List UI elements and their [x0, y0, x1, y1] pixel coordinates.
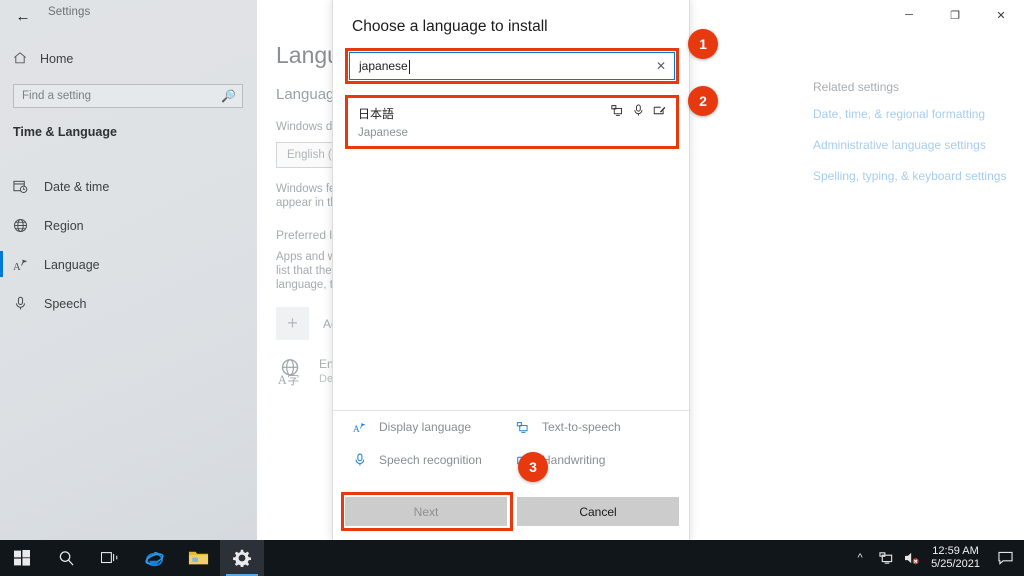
related-settings-header: Related settings	[813, 80, 900, 94]
annotation-badge-2: 2	[688, 86, 718, 116]
speech-recognition-icon	[633, 104, 644, 122]
related-link-date-time[interactable]: Date, time, & regional formatting	[813, 107, 1023, 121]
feature-handwriting-label: Handwriting	[542, 453, 606, 467]
sidebar-item-speech-label: Speech	[44, 296, 87, 311]
dialog-title: Choose a language to install	[352, 18, 548, 35]
start-button[interactable]	[0, 540, 44, 576]
svg-text:字: 字	[287, 372, 299, 387]
sidebar-item-region-label: Region	[44, 218, 84, 233]
feature-display-language-label: Display language	[379, 420, 472, 434]
chevron-up-icon[interactable]: ^	[847, 552, 873, 564]
dialog-separator	[333, 410, 691, 411]
language-english-name: Japanese	[358, 127, 408, 139]
close-icon[interactable]: ✕	[656, 59, 666, 73]
sidebar-item-date-time[interactable]: Date & time	[0, 167, 257, 206]
plus-icon: +	[276, 307, 309, 340]
dialog-buttons: Next Cancel	[345, 497, 679, 526]
task-view-button[interactable]	[88, 540, 132, 576]
screen: ← Settings Home Find a setting 🔍 Time & …	[0, 0, 1024, 576]
choose-language-dialog: Choose a language to install japanese ✕ …	[332, 0, 691, 540]
network-icon[interactable]	[873, 551, 899, 565]
related-link-administrative[interactable]: Administrative language settings	[813, 138, 1023, 152]
feature-text-to-speech-label: Text-to-speech	[542, 420, 621, 434]
dialog-results-wrapper: 日本語 Japanese	[345, 95, 679, 149]
sidebar-item-language[interactable]: A Language	[0, 245, 257, 284]
home-icon	[13, 51, 33, 68]
text-to-speech-icon	[513, 421, 533, 434]
microphone-icon	[13, 296, 35, 311]
settings-button[interactable]	[220, 540, 264, 576]
taskbar: ^ 12:59 AM 5/25/2021	[0, 540, 1024, 576]
sidebar-item-region[interactable]: Region	[0, 206, 257, 245]
volume-muted-icon[interactable]	[899, 551, 925, 565]
annotation-badge-3: 3	[518, 452, 548, 482]
settings-window: ← Settings Home Find a setting 🔍 Time & …	[0, 0, 1024, 540]
window-controls: ─ ❐ ✕	[886, 0, 1024, 30]
clock[interactable]: 12:59 AM 5/25/2021	[925, 545, 990, 571]
language-icon: A	[13, 257, 35, 272]
microphone-icon	[350, 453, 370, 467]
feature-row-2: Speech recognition Handwriting	[350, 453, 680, 467]
sidebar-nav-list: Date & time Region A Language Speech	[0, 167, 257, 323]
sidebar-item-home[interactable]: Home	[0, 46, 257, 72]
handwriting-icon	[653, 104, 666, 122]
language-result-top: 日本語	[358, 104, 666, 122]
sidebar-section-header: Time & Language	[13, 125, 117, 139]
display-language-icon: A	[350, 421, 370, 434]
feature-speech-recognition: Speech recognition	[350, 453, 513, 467]
app-title: Settings	[48, 6, 91, 18]
language-search-input[interactable]: japanese ✕	[349, 52, 675, 80]
language-search-value: japanese	[359, 59, 656, 74]
language-capability-icons	[611, 104, 666, 122]
feature-row-1: A Display language Text-to-speech	[350, 420, 680, 434]
action-center-button[interactable]	[990, 551, 1020, 565]
sidebar-item-speech[interactable]: Speech	[0, 284, 257, 323]
minimize-button[interactable]: ─	[886, 0, 932, 30]
sidebar-item-home-label: Home	[40, 52, 74, 66]
feature-text-to-speech: Text-to-speech	[513, 420, 676, 434]
calendar-clock-icon	[13, 179, 35, 194]
sidebar-item-date-time-label: Date & time	[44, 179, 110, 194]
language-result-item[interactable]: 日本語 Japanese	[349, 99, 675, 145]
search-button[interactable]	[44, 540, 88, 576]
feature-display-language: A Display language	[350, 420, 513, 434]
clock-time: 12:59 AM	[932, 545, 979, 557]
feature-speech-recognition-label: Speech recognition	[379, 453, 482, 467]
svg-text:A: A	[353, 425, 360, 434]
close-button[interactable]: ✕	[978, 0, 1024, 30]
dialog-search-wrapper: japanese ✕	[345, 48, 679, 84]
sidebar: ← Settings Home Find a setting 🔍 Time & …	[0, 0, 257, 540]
related-link-spelling[interactable]: Spelling, typing, & keyboard settings	[813, 169, 1023, 183]
system-tray: ^ 12:59 AM 5/25/2021	[847, 540, 1024, 576]
search-input[interactable]: Find a setting 🔍	[13, 84, 243, 108]
text-to-speech-icon	[611, 104, 624, 122]
globe-icon	[13, 218, 35, 233]
window-titlebar-left: ← Settings	[0, 0, 257, 32]
language-native-name: 日本語	[358, 106, 395, 121]
language-pack-icon: A 字	[276, 357, 308, 392]
sidebar-item-language-label: Language	[44, 257, 100, 272]
related-settings-panel: Related settings Date, time, & regional …	[813, 80, 1023, 200]
maximize-button[interactable]: ❐	[932, 0, 978, 30]
file-explorer-button[interactable]	[176, 540, 220, 576]
language-features-list: A Display language Text-to-speech Speech…	[350, 420, 680, 486]
search-icon: 🔍	[221, 89, 236, 103]
clock-date: 5/25/2021	[931, 558, 980, 570]
search-input-placeholder: Find a setting	[22, 90, 92, 102]
back-arrow-icon[interactable]: ←	[8, 4, 38, 28]
svg-text:A: A	[13, 262, 21, 272]
cancel-button[interactable]: Cancel	[517, 497, 679, 526]
next-button[interactable]: Next	[345, 497, 507, 526]
annotation-badge-1: 1	[688, 29, 718, 59]
internet-explorer-button[interactable]	[132, 540, 176, 576]
svg-text:A: A	[278, 373, 287, 387]
